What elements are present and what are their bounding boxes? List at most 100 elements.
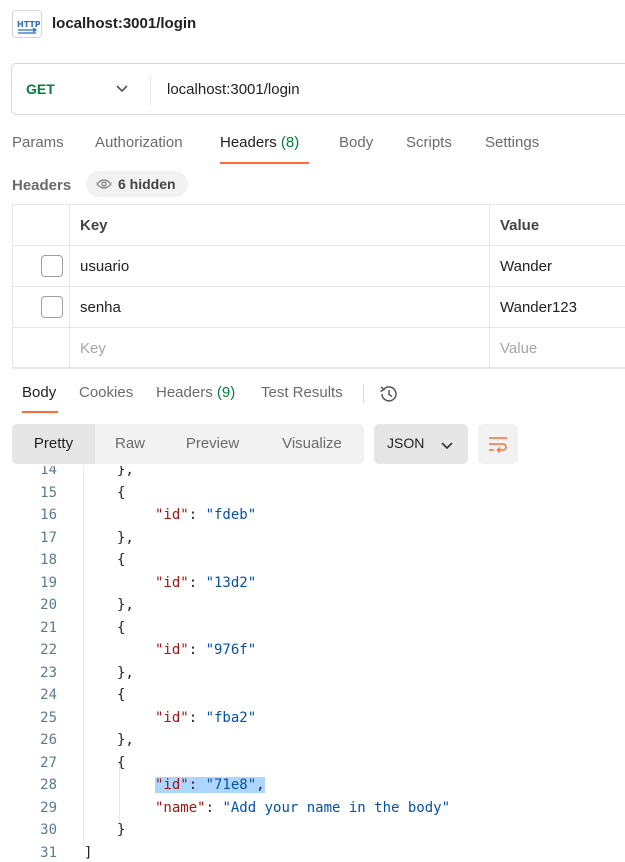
code-line: 27 { [0, 755, 625, 777]
code-line: 21 { [0, 620, 625, 642]
code-line: 26}, [0, 732, 625, 754]
code-text: }, [117, 597, 134, 613]
line-number: 24 [40, 687, 57, 703]
tab-authorization[interactable]: Authorization [95, 134, 183, 151]
line-number: 19 [40, 574, 57, 591]
code-text: { [117, 619, 126, 636]
chevron-down-icon [441, 442, 453, 450]
tab-label: Body [339, 134, 374, 151]
code-line: 15 { [0, 485, 625, 507]
chevron-down-icon[interactable] [115, 81, 129, 95]
tab-count: (8) [280, 134, 300, 151]
tab-headers[interactable]: Headers (8) [220, 134, 299, 151]
tab-label: Body [22, 384, 57, 401]
column-header-key: Key [80, 217, 108, 234]
table-header-row: Key Value [13, 205, 625, 246]
code-text: "id": "fba2" [155, 709, 257, 726]
format-visualize[interactable]: Visualize [260, 424, 364, 464]
response-tabs: Body Cookies Headers (9) Test Results [0, 384, 625, 416]
column-header-value: Value [500, 217, 540, 234]
line-number: 15 [40, 484, 57, 501]
eye-icon [96, 179, 112, 189]
code-line: 22 "id": "976f" [0, 642, 625, 664]
format-raw[interactable]: Raw [95, 424, 165, 464]
http-icon: HTTP [12, 10, 42, 38]
code-line: 30} [0, 822, 625, 844]
history-icon[interactable] [378, 384, 400, 404]
line-number: 27 [40, 754, 57, 771]
tab-cookies[interactable]: Cookies [79, 384, 133, 401]
divider [69, 205, 70, 369]
tab-response-body[interactable]: Body [22, 384, 56, 401]
url-bar: GET localhost:3001/login [11, 63, 625, 115]
header-value-cell[interactable]: Wander123 [500, 299, 577, 316]
format-preview[interactable]: Preview [165, 424, 260, 464]
header-enable-checkbox[interactable] [41, 296, 63, 318]
line-number: 21 [40, 619, 57, 636]
code-line: 25 "id": "fba2" [0, 710, 625, 732]
table-row: usuario Wander [13, 246, 625, 287]
code-text: { [117, 552, 126, 568]
page-title: localhost:3001/login [52, 15, 197, 32]
tab-test-results[interactable]: Test Results [261, 384, 343, 401]
url-input[interactable]: localhost:3001/login [167, 81, 300, 98]
header-key-cell[interactable]: usuario [80, 258, 129, 275]
line-number: 30 [40, 822, 57, 838]
header-key-cell[interactable]: senha [80, 299, 121, 316]
tab-label: Cookies [79, 384, 134, 401]
code-line: 28 "id": "71e8", [0, 777, 625, 799]
wrap-lines-icon [489, 437, 507, 453]
table-row-new: Key Value [13, 328, 625, 369]
code-text: "name": "Add your name in the body" [155, 799, 451, 816]
new-value-input[interactable]: Value [500, 340, 537, 357]
line-number: 17 [40, 529, 57, 546]
code-text: "id": "13d2" [155, 574, 257, 591]
tab-label: Settings [485, 134, 540, 151]
wrap-lines-button[interactable] [478, 424, 518, 464]
code-text: "id": "71e8", [155, 777, 265, 793]
divider [489, 205, 490, 369]
code-line: 19 "id": "13d2" [0, 575, 625, 597]
tab-params[interactable]: Params [12, 134, 64, 151]
active-tab-indicator [220, 162, 309, 164]
code-line: 24 { [0, 687, 625, 709]
tab-body[interactable]: Body [339, 134, 373, 151]
tab-response-headers[interactable]: Headers (9) [156, 384, 235, 401]
code-text: ] [84, 844, 93, 861]
response-body-editor[interactable]: 14}, 15{16 "id": "fdeb" 17}, 18{19 "id": "13d… [0, 466, 625, 862]
language-select[interactable]: JSON [374, 424, 468, 464]
code-line: 18 { [0, 552, 625, 574]
header-value-cell[interactable]: Wander [500, 258, 552, 275]
format-pretty[interactable]: Pretty [12, 424, 95, 464]
code-text: }, [117, 466, 134, 478]
code-line: 16 "id": "fdeb" [0, 507, 625, 529]
table-row: senha Wander123 [13, 287, 625, 328]
divider [150, 75, 151, 105]
tab-settings[interactable]: Settings [485, 134, 539, 151]
language-select-label: JSON [387, 435, 425, 451]
format-tabs: Pretty Raw Preview Visualize [12, 424, 364, 464]
line-number: 16 [40, 507, 57, 523]
tab-label: Scripts [406, 134, 452, 151]
header-enable-checkbox[interactable] [41, 255, 63, 277]
tab-label: Params [12, 134, 64, 151]
code-text: }, [117, 732, 134, 748]
line-number: 28 [40, 777, 57, 793]
tab-label: Test Results [261, 384, 343, 401]
code-line: 14}, [0, 466, 625, 484]
hidden-headers-toggle[interactable]: 6 hidden [86, 171, 188, 197]
code-text: { [117, 754, 126, 771]
line-number: 22 [40, 642, 57, 658]
code-line: 31] [0, 845, 625, 862]
title-bar: HTTP localhost:3001/login [0, 0, 625, 50]
line-number: 14 [40, 466, 57, 478]
code-text: "id": "fdeb" [155, 507, 257, 523]
tab-label: Authorization [95, 134, 183, 151]
code-line: 23}, [0, 665, 625, 687]
svg-text:HTTP: HTTP [17, 20, 40, 29]
line-number: 20 [40, 597, 57, 613]
method-select[interactable]: GET [26, 81, 55, 97]
new-key-input[interactable]: Key [80, 340, 106, 357]
headers-section-label: Headers [12, 177, 72, 194]
tab-scripts[interactable]: Scripts [406, 134, 452, 151]
